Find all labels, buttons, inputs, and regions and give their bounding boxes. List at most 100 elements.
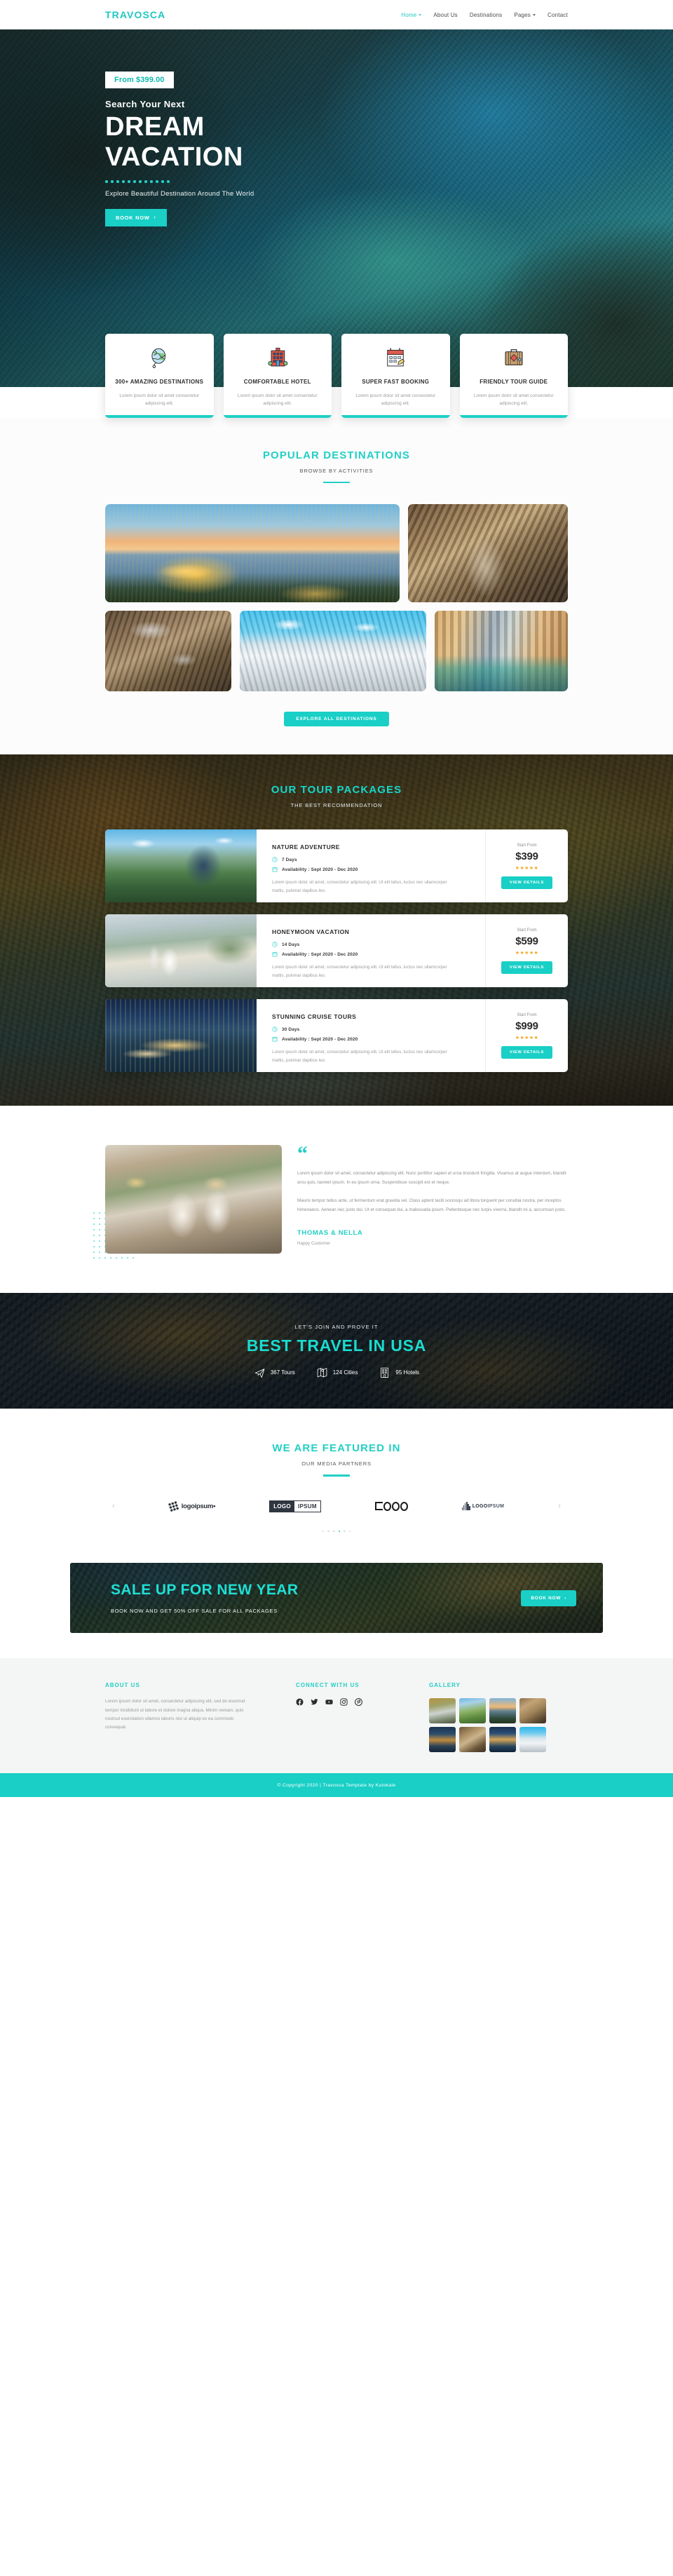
partner-logo-2[interactable]: LOGO IPSUM <box>269 1500 321 1512</box>
partner-logo-1[interactable]: logoipsum• <box>168 1500 215 1512</box>
logo-bars-icon <box>461 1502 470 1511</box>
brand-logo[interactable]: TRAVOSCA <box>105 9 165 20</box>
view-details-button[interactable]: VIEW DETAILS <box>501 961 553 974</box>
gallery-thumb-autumn-path[interactable] <box>429 1698 456 1724</box>
feature-card-destinations[interactable]: 300+ AMAZING DESTINATIONS Lorem ipsum do… <box>105 334 214 418</box>
hero-book-now-button[interactable]: BOOK NOW › <box>105 208 167 226</box>
building-icon <box>381 1367 389 1378</box>
view-details-button[interactable]: VIEW DETAILS <box>501 1045 553 1059</box>
hero-content: From $399.00 Search Your Next DREAM VACA… <box>0 29 673 226</box>
gallery-thumb-canyon-cliff[interactable] <box>519 1698 546 1724</box>
gallery-thumb-green-valley[interactable] <box>459 1698 486 1724</box>
package-duration: 7 Days <box>282 857 297 862</box>
footer-gallery-grid <box>429 1698 568 1753</box>
clock-icon <box>272 857 278 862</box>
nav-item-home[interactable]: Home <box>401 11 422 18</box>
testimonial-author-role: Happy Customer <box>297 1240 331 1246</box>
partner-logo-3[interactable] <box>374 1501 408 1511</box>
view-details-button[interactable]: VIEW DETAILS <box>501 876 553 889</box>
hero-title-line-1: DREAM <box>105 112 205 142</box>
testimonial-paragraph-2: Mauris tempor tellus ante, ut fermentum … <box>297 1198 566 1212</box>
hero-tagline: Explore Beautiful Destination Around The… <box>105 189 254 198</box>
twitter-icon[interactable] <box>311 1698 318 1706</box>
destination-tile-sunset-bay[interactable] <box>105 504 400 603</box>
destination-tile-cave-arch[interactable] <box>105 611 231 692</box>
partner-logo-4-bold: LOGO <box>472 1503 488 1509</box>
package-duration-row: 30 Days <box>272 1026 474 1032</box>
footer-about-column: ABOUT US Lorem ipsum dolor sit amet, con… <box>105 1682 296 1752</box>
gallery-thumb-night-town[interactable] <box>429 1727 456 1753</box>
facebook-icon[interactable] <box>296 1698 304 1706</box>
hero-title: DREAM VACATION <box>105 112 673 172</box>
packages-header: OUR TOUR PACKAGES THE BEST RECOMMENDATIO… <box>105 784 568 808</box>
partner-logos-carousel: ‹ logoipsum• LOGO IPSUM LOGOIPSUM › <box>105 1500 568 1512</box>
nav-item-contact[interactable]: Contact <box>548 12 568 18</box>
stat-cities-value: 124 Cities <box>332 1369 358 1376</box>
sale-book-now-button[interactable]: BOOK NOW › <box>521 1589 576 1606</box>
destination-tile-glacier[interactable] <box>240 611 426 692</box>
featured-section: WE ARE FEATURED IN OUR MEDIA PARTNERS ‹ … <box>0 1409 673 1554</box>
carousel-next-icon[interactable]: › <box>558 1502 561 1510</box>
hero-book-now-label: BOOK NOW <box>116 214 150 221</box>
feature-cards: 300+ AMAZING DESTINATIONS Lorem ipsum do… <box>105 334 568 418</box>
gallery-thumb-cruise-night[interactable] <box>489 1727 516 1753</box>
destinations-title: POPULAR DESTINATIONS <box>262 449 411 461</box>
feature-title: 300+ AMAZING DESTINATIONS <box>115 379 204 385</box>
sale-book-now-label: BOOK NOW <box>531 1595 562 1601</box>
nav-item-pages-label: Pages <box>514 11 531 18</box>
nav-item-home-label: Home <box>401 11 417 18</box>
chevron-right-icon: › <box>564 1595 566 1601</box>
package-card[interactable]: STUNNING CRUISE TOURS 30 Days Availabili… <box>105 999 568 1073</box>
gallery-thumb-glacier[interactable] <box>519 1727 546 1753</box>
sale-banner: SALE UP FOR NEW YEAR BOOK NOW AND GET 50… <box>70 1563 603 1634</box>
stat-tours: 367 Tours <box>254 1367 295 1378</box>
explore-all-destinations-button[interactable]: EXPLORE ALL DESTINATIONS <box>284 712 389 727</box>
package-image <box>105 914 257 988</box>
footer-about-title: ABOUT US <box>105 1682 140 1689</box>
package-duration: 30 Days <box>282 1026 300 1032</box>
instagram-icon[interactable] <box>340 1698 348 1706</box>
nav-item-pages[interactable]: Pages <box>514 12 536 18</box>
package-meta: 7 Days Availability : Sept 2020 - Dec 20… <box>272 857 474 872</box>
package-meta: 30 Days Availability : Sept 2020 - Dec 2… <box>272 1026 474 1042</box>
package-card[interactable]: NATURE ADVENTURE 7 Days Availability: S… <box>105 829 568 903</box>
package-name: HONEYMOON VACATION <box>272 928 350 936</box>
package-description: Lorem ipsum dolor sit amet, consectetur … <box>272 965 447 978</box>
gallery-thumb-cave-arch[interactable] <box>459 1727 486 1753</box>
destination-tile-venice-canal[interactable] <box>435 611 568 692</box>
partner-logo-4[interactable]: LOGOIPSUM <box>461 1502 504 1511</box>
pinterest-icon[interactable] <box>355 1698 362 1707</box>
carousel-dot-active[interactable] <box>338 1530 341 1533</box>
carousel-dot[interactable] <box>344 1530 346 1533</box>
youtube-icon[interactable] <box>325 1698 333 1706</box>
feature-card-booking[interactable]: SUPER FAST BOOKING Lorem ipsum dolor sit… <box>341 334 450 418</box>
copyright-bar: © Copyright 2020 | Travosca Template by … <box>0 1773 673 1798</box>
nav-item-about-us[interactable]: About Us <box>433 12 458 18</box>
package-body: NATURE ADVENTURE 7 Days Availability: S… <box>257 829 485 902</box>
logo-geometric-icon <box>374 1501 408 1511</box>
feature-desc: Lorem ipsum dolor sit amet consectetur a… <box>355 393 436 407</box>
package-image <box>105 999 257 1073</box>
gallery-thumb-sunset-bay[interactable] <box>489 1698 516 1724</box>
sale-section: SALE UP FOR NEW YEAR BOOK NOW AND GET 50… <box>0 1553 673 1659</box>
feature-title: SUPER FAST BOOKING <box>362 379 430 385</box>
sale-subtitle: BOOK NOW AND GET 50% OFF SALE FOR ALL PA… <box>111 1608 278 1615</box>
feature-card-hotel[interactable]: COMFORTABLE HOTEL Lorem ipsum dolor sit … <box>223 334 332 418</box>
carousel-dot[interactable] <box>332 1530 335 1533</box>
carousel-dot[interactable] <box>322 1530 325 1533</box>
feature-card-guide[interactable]: FRIENDLY TOUR GUIDE Lorem ipsum dolor si… <box>459 334 568 418</box>
nav-item-destinations[interactable]: Destinations <box>470 12 502 18</box>
chevron-right-icon: › <box>154 215 156 220</box>
package-card[interactable]: HONEYMOON VACATION 14 Days Availability … <box>105 914 568 988</box>
carousel-dot[interactable] <box>348 1530 351 1533</box>
package-availability-row: Availability : Sept 2020 - Dec 2020 <box>272 951 474 957</box>
suitcase-icon <box>467 345 562 370</box>
rating-stars: ★★★★★ <box>515 1035 539 1040</box>
carousel-prev-icon[interactable]: ‹ <box>112 1502 115 1510</box>
carousel-dot[interactable] <box>327 1530 329 1533</box>
calendar-icon <box>272 952 278 957</box>
stats-title: BEST TRAVEL IN USA <box>246 1336 427 1355</box>
chevron-down-icon <box>533 13 536 16</box>
package-name: STUNNING CRUISE TOURS <box>272 1013 357 1021</box>
destination-tile-cliff-walkway[interactable] <box>408 504 568 603</box>
